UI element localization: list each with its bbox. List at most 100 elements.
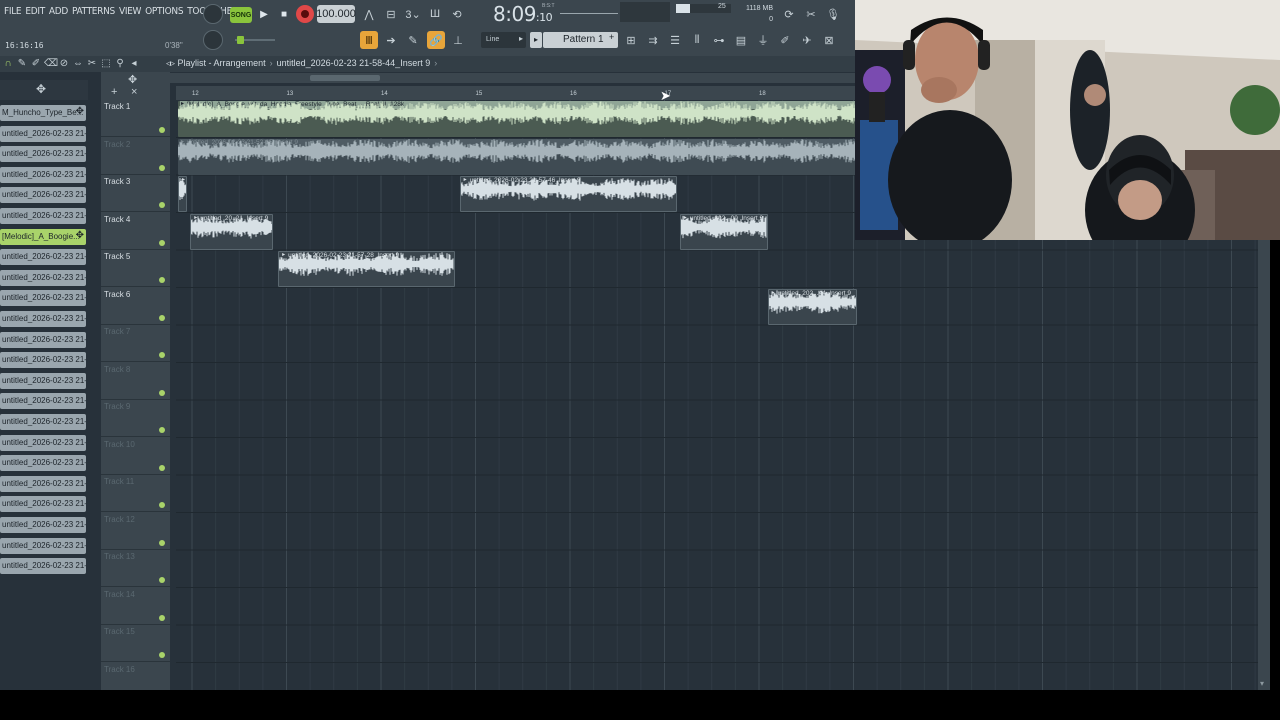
mute-tool-icon[interactable]: ⊘ <box>58 58 70 69</box>
timeline-ruler[interactable]: 12 13 14 15 16 17 18 <box>176 86 855 100</box>
brush-icon[interactable]: ✐ <box>776 31 794 49</box>
play-icon[interactable]: ▶ <box>255 5 273 23</box>
shop-icon[interactable]: ⊠ <box>820 31 838 49</box>
slice-tool-icon[interactable]: ✂ <box>86 58 98 69</box>
pattern-add-button[interactable]: + <box>609 32 619 48</box>
track-header[interactable]: Track 3 <box>101 175 170 212</box>
breadcrumb-arrow-icon[interactable]: ◃▹ <box>166 58 178 68</box>
stamp-icon[interactable]: ⊥ <box>449 31 467 49</box>
picker-item[interactable]: untitled_2026-02-23 21-... <box>0 455 86 472</box>
track-mute-led[interactable] <box>159 389 165 396</box>
track-header[interactable]: Track 15 <box>101 625 170 662</box>
breadcrumb-root[interactable]: Playlist - Arrangement <box>178 58 266 68</box>
track-header[interactable]: Track 5 <box>101 250 170 287</box>
paint-tool-icon[interactable]: ✐ <box>30 58 42 69</box>
master-volume-slider[interactable] <box>235 36 275 44</box>
move-icon[interactable]: ✥ <box>36 82 46 96</box>
link-icon[interactable]: 🔗 <box>427 31 445 49</box>
track-header[interactable]: Track 7 <box>101 325 170 362</box>
picker-item[interactable]: untitled_2026-02-23 21-... <box>0 125 86 142</box>
picker-item[interactable]: untitled_2026-02-23 21-... <box>0 496 86 513</box>
pencil-icon[interactable]: ✎ <box>404 31 422 49</box>
arrow-right-icon[interactable]: ➔ <box>382 31 400 49</box>
track-header[interactable]: Track 4 <box>101 213 170 250</box>
menu-item-patterns[interactable]: PATTERNS <box>72 6 115 22</box>
track-mute-led[interactable] <box>159 127 165 133</box>
add-track-icon[interactable]: + <box>111 86 117 98</box>
track-mute-led[interactable] <box>159 427 165 433</box>
refresh-icon[interactable]: ⟳ <box>780 5 798 23</box>
tempo-knob[interactable] <box>203 4 223 24</box>
audio-clip[interactable]: untitled_202...00_Insert 9 <box>679 213 768 250</box>
track-mute-led[interactable] <box>159 202 165 208</box>
audio-clip[interactable]: untitled_20..21_Insert 9 <box>190 213 274 250</box>
plug-icon[interactable]: ⏚ <box>754 31 772 49</box>
track-header[interactable]: Track 9 <box>101 400 170 437</box>
track-header[interactable]: Track 11 <box>101 475 170 512</box>
picker-item[interactable]: untitled_2026-02-23 21-... <box>0 393 86 410</box>
loop-record-icon[interactable]: ⟲ <box>448 5 466 23</box>
pattern-selector[interactable]: Pattern 1 <box>543 32 618 48</box>
track-header[interactable]: Track 6 <box>101 288 170 325</box>
snap-selector[interactable]: Line <box>481 32 526 48</box>
cut-icon[interactable]: ✂ <box>802 5 820 23</box>
piano-roll-view-icon[interactable]: ☰ <box>666 31 684 49</box>
track-mute-led[interactable] <box>159 577 165 583</box>
microphone-icon[interactable]: 🎙 <box>824 5 842 23</box>
track-mute-led[interactable] <box>159 502 165 508</box>
track-header[interactable]: Track 1 <box>101 100 170 137</box>
menu-item-edit[interactable]: EDIT <box>25 6 45 22</box>
track-mute-led[interactable] <box>159 652 165 658</box>
piano-roll-icon[interactable]: Ⅲ <box>360 31 378 49</box>
picker-item[interactable]: [Melodic]_A_Boogie... ✥ <box>0 228 86 245</box>
picker-item[interactable]: untitled_2026-02-23 21-... <box>0 166 86 183</box>
track-mute-led[interactable] <box>159 314 165 321</box>
audio-clip[interactable]: untitled_2026-02-23 21-57-46_Insert 9 <box>459 176 677 212</box>
track-mute-led[interactable] <box>159 539 165 546</box>
wait-for-input-icon[interactable]: ⊟ <box>382 5 400 23</box>
record-icon[interactable] <box>296 5 314 23</box>
close-icon[interactable]: × <box>131 86 137 98</box>
menu-item-view[interactable]: VIEW <box>119 6 141 22</box>
picker-item[interactable]: M_Huncho_Type_Be... ✥ <box>0 105 86 121</box>
mixer-icon[interactable]: ⫴ <box>688 31 706 49</box>
playlist-icon[interactable]: ⊞ <box>622 31 640 49</box>
channel-rack-icon[interactable]: ⇉ <box>644 31 662 49</box>
step-edit-icon[interactable]: Ш <box>426 5 444 23</box>
master-pitch-slider[interactable] <box>560 13 618 14</box>
picker-item[interactable]: untitled_2026-02-23 21-... <box>0 414 86 430</box>
picker-item[interactable]: untitled_2026-02-23 21-... <box>0 352 86 369</box>
picker-move-icon[interactable]: ✥ <box>76 106 84 117</box>
stop-icon[interactable]: ■ <box>275 5 293 23</box>
scroll-down-icon[interactable]: ▾ <box>1260 679 1264 688</box>
track-header[interactable]: Track 10 <box>101 438 170 475</box>
picker-item[interactable]: untitled_2026-02-23 21-... <box>0 249 86 266</box>
horizontal-scrollbar[interactable] <box>170 73 855 83</box>
audio-clip[interactable]: untitled_2026-02-23 21-52-15_Insert 9 <box>178 138 859 175</box>
track-mute-led[interactable] <box>159 164 165 171</box>
picker-item[interactable]: untitled_2026-02-23 21-... <box>0 187 86 204</box>
track-header[interactable]: Track 13 <box>101 550 170 587</box>
zoom-tool-icon[interactable]: ⚲ <box>114 58 126 69</box>
tempo-display[interactable]: 100.000 <box>316 5 356 23</box>
audio-clip[interactable]: [Melodic]_A_Boogie_wit_da_Hoodie_Freesty… <box>178 101 859 137</box>
delete-tool-icon[interactable]: ⌫ <box>44 58 58 69</box>
menu-item-add[interactable]: ADD <box>49 6 68 22</box>
select-tool-icon[interactable]: ⬚ <box>100 58 112 69</box>
plugin-database-icon[interactable]: ✈ <box>798 31 816 49</box>
track-mute-led[interactable] <box>159 277 165 283</box>
picker-item[interactable]: untitled_2026-02-23 21-... <box>0 311 86 327</box>
picker-move-icon[interactable]: ✥ <box>76 230 84 241</box>
browser-icon[interactable]: ⊶ <box>710 31 728 49</box>
picker-item[interactable]: untitled_2026-02-23 21-... <box>0 331 86 348</box>
track-mute-led[interactable] <box>159 464 165 471</box>
picker-item[interactable]: untitled_2026-02-23 21-... <box>0 517 86 533</box>
master-volume-knob[interactable] <box>203 30 223 50</box>
vertical-scrollbar[interactable]: ▾ <box>1258 240 1270 690</box>
song-mode-button[interactable]: SONG <box>230 7 252 23</box>
track-header[interactable]: Track 14 <box>101 588 170 625</box>
audio-clip[interactable]: untitled_202...44_Insert 9 <box>767 288 858 325</box>
track-mute-led[interactable] <box>159 352 165 358</box>
picker-item[interactable]: untitled_2026-02-23 21-... <box>0 475 86 492</box>
track-header[interactable]: Track 12 <box>101 513 170 550</box>
